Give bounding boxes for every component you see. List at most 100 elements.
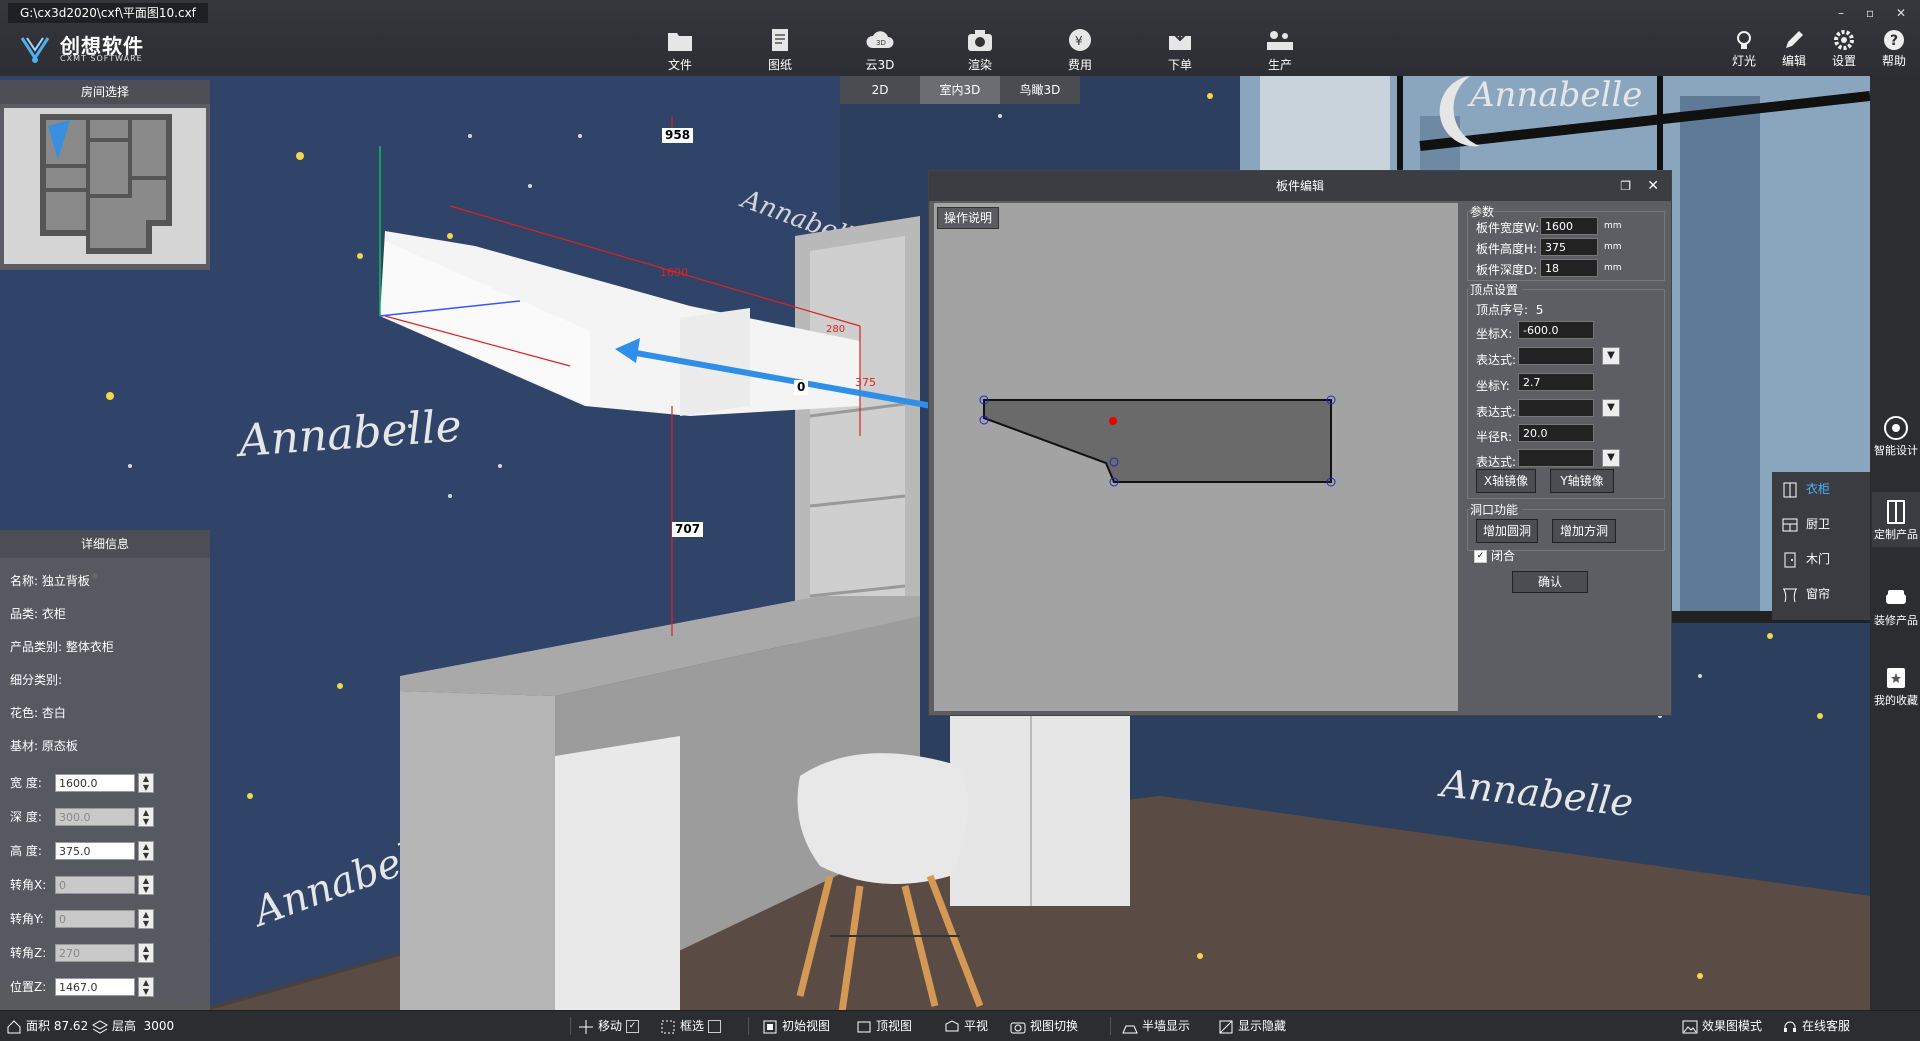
- panel-width-label: 板件宽度W:: [1476, 221, 1540, 235]
- initial-view-button[interactable]: 初始视图: [762, 1011, 830, 1041]
- settings-button[interactable]: 设置: [1824, 28, 1864, 69]
- height-spinner[interactable]: ▲ ▼: [138, 841, 154, 861]
- panel-depth-label: 板件深度D:: [1476, 263, 1538, 277]
- eye-level-view-button[interactable]: 平视: [944, 1011, 988, 1041]
- shape-editor-canvas[interactable]: [934, 203, 1458, 711]
- confirm-button[interactable]: 确认: [1512, 571, 1588, 593]
- closed-check-icon: ✓: [1474, 550, 1487, 563]
- toolbar-cost-button[interactable]: ¥ 费用: [1052, 26, 1108, 72]
- radius-input[interactable]: 20.0: [1518, 424, 1594, 442]
- detail-product-type: 产品类别: 整体衣柜: [10, 640, 114, 654]
- box-select-toggle[interactable]: 框选: [660, 1011, 722, 1041]
- flyout-item-wood-door[interactable]: 木门: [1782, 544, 1830, 574]
- dim-label-middle: 707: [672, 522, 704, 537]
- depth-spinner[interactable]: ▲ ▼: [138, 807, 154, 827]
- rotate-x-spinner[interactable]: ▲ ▼: [138, 875, 154, 895]
- rotate-y-input[interactable]: 0: [55, 910, 135, 928]
- flyout-item-kitchen-bath[interactable]: 厨卫: [1782, 509, 1830, 539]
- folder-icon: [668, 33, 692, 51]
- rotate-z-spinner[interactable]: ▲ ▼: [138, 943, 154, 963]
- expr-x-dropdown[interactable]: ▼: [1602, 347, 1620, 365]
- move-toggle[interactable]: 移动 ✓: [578, 1011, 640, 1041]
- dim-label-zero: 0: [794, 380, 809, 395]
- toolbar-order-button[interactable]: 下单: [1152, 26, 1208, 72]
- light-button[interactable]: 灯光: [1724, 28, 1764, 69]
- my-favorites-button[interactable]: 我的收藏: [1872, 664, 1920, 707]
- detail-category: 品类: 衣柜: [10, 607, 66, 621]
- smart-design-button[interactable]: 智能设计: [1872, 414, 1920, 457]
- closed-checkbox[interactable]: ✓ 闭合: [1474, 547, 1515, 564]
- expr-y-dropdown[interactable]: ▼: [1602, 399, 1620, 417]
- top-view-button[interactable]: 顶视图: [856, 1011, 912, 1041]
- maximize-button[interactable]: ▫: [1866, 6, 1874, 20]
- expr-r-dropdown[interactable]: ▼: [1602, 449, 1620, 467]
- position-z-label: 位置Z:: [10, 980, 47, 994]
- panel-edit-dialog: 板件编辑 ❐ ✕ 操作说明 参数 板件宽度W: 1600 mm 板件高度H: 3…: [928, 170, 1672, 716]
- tab-interior-3d[interactable]: 室内3D: [920, 76, 1000, 104]
- toolbar-file-button[interactable]: 文件: [652, 26, 708, 72]
- position-z-input[interactable]: 1467.0: [55, 978, 135, 996]
- rotate-x-input[interactable]: 0: [55, 876, 135, 894]
- coord-x-input[interactable]: -600.0: [1518, 321, 1594, 339]
- minimize-button[interactable]: –: [1838, 6, 1844, 20]
- dialog-close-icon[interactable]: ✕: [1647, 171, 1659, 201]
- vertex-index-value: 5: [1535, 303, 1544, 317]
- order-icon: [1169, 29, 1191, 50]
- depth-input[interactable]: 300.0: [55, 808, 135, 826]
- half-wall-button[interactable]: 半墙显示: [1122, 1011, 1190, 1041]
- dialog-title: 板件编辑: [1275, 179, 1324, 193]
- panel-depth-input[interactable]: 18: [1540, 259, 1598, 277]
- width-spinner[interactable]: ▲ ▼: [138, 773, 154, 793]
- drawing-icon: [772, 29, 788, 51]
- dialog-maximize-icon[interactable]: ❐: [1620, 171, 1631, 201]
- panel-shape: [979, 395, 1336, 487]
- expr-r-input[interactable]: [1518, 449, 1594, 467]
- close-window-button[interactable]: ✕: [1896, 6, 1906, 20]
- coord-y-input[interactable]: 2.7: [1518, 373, 1594, 391]
- help-button[interactable]: ? 帮助: [1874, 28, 1914, 69]
- rotate-y-spinner[interactable]: ▲ ▼: [138, 909, 154, 929]
- add-round-hole-button[interactable]: 增加圆洞: [1476, 519, 1538, 543]
- edit-button[interactable]: 编辑: [1774, 28, 1814, 69]
- initial-view-icon: [763, 1020, 777, 1033]
- panel-width-input[interactable]: 1600: [1540, 217, 1598, 235]
- headset-icon: [1784, 1021, 1796, 1032]
- panel-height-input[interactable]: 375: [1540, 238, 1598, 256]
- decoration-product-button[interactable]: 装修产品: [1872, 584, 1920, 627]
- position-z-spinner[interactable]: ▲ ▼: [138, 977, 154, 997]
- add-square-hole-button[interactable]: 增加方洞: [1552, 519, 1616, 543]
- tab-2d[interactable]: 2D: [840, 76, 920, 104]
- rotate-z-label: 转角Z:: [10, 946, 47, 960]
- width-input[interactable]: 1600.0: [55, 774, 135, 792]
- layers-icon: [92, 1019, 108, 1034]
- file-path: G:\cx3d2020\cxf\平面图10.cxf: [8, 3, 208, 23]
- toolbar-production-button[interactable]: 生产: [1252, 26, 1308, 72]
- instructions-button[interactable]: 操作说明: [937, 207, 1000, 229]
- custom-product-button[interactable]: 定制产品: [1872, 492, 1920, 547]
- rotate-z-input[interactable]: 270: [55, 944, 135, 962]
- room-panel-title: 房间选择: [0, 80, 210, 104]
- dialog-titlebar[interactable]: 板件编辑 ❐ ✕: [929, 171, 1671, 201]
- toolbar-render-button[interactable]: 渲染: [952, 26, 1008, 72]
- expr-x-input[interactable]: [1518, 347, 1594, 365]
- render-mode-button[interactable]: 效果图模式: [1682, 1011, 1762, 1041]
- view-switch-button[interactable]: 视图切换: [1010, 1011, 1078, 1041]
- tab-aerial-3d[interactable]: 鸟瞰3D: [1000, 76, 1080, 104]
- expr-y-input[interactable]: [1518, 399, 1594, 417]
- mirror-y-button[interactable]: Y轴镜像: [1550, 469, 1614, 493]
- show-hide-button[interactable]: 显示隐藏: [1218, 1011, 1286, 1041]
- height-label: 高 度:: [10, 844, 42, 858]
- mirror-x-button[interactable]: X轴镜像: [1476, 469, 1536, 493]
- toolbar-drawing-button[interactable]: 图纸: [752, 26, 808, 72]
- panel-height-label: 板件高度H:: [1476, 242, 1538, 256]
- toolbar-cloud3d-button[interactable]: 3D 云3D: [852, 26, 908, 72]
- flyout-item-curtain[interactable]: 窗帘: [1782, 579, 1830, 609]
- gear-icon: [1834, 30, 1854, 50]
- online-support-button[interactable]: 在线客服: [1782, 1011, 1850, 1041]
- room-select-panel: 房间选择: [0, 80, 210, 270]
- factory-icon: [1267, 31, 1293, 50]
- height-input[interactable]: 375.0: [55, 842, 135, 860]
- room-floorplan-thumbnail[interactable]: [4, 108, 206, 264]
- flyout-item-wardrobe[interactable]: 衣柜: [1782, 474, 1830, 504]
- svg-text:Annabelle: Annabelle: [1467, 76, 1642, 115]
